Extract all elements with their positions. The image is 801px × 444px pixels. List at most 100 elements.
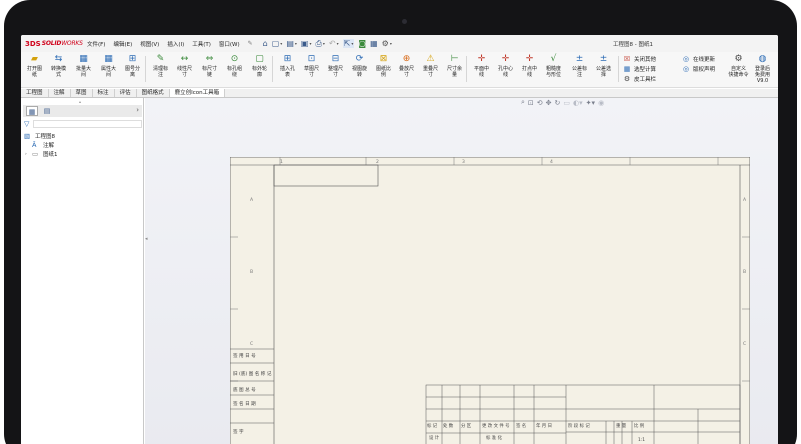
zone-row-c: C [250, 341, 253, 347]
tab-5[interactable]: 图纸格式 [137, 89, 170, 97]
home-icon[interactable]: ⌂ [263, 39, 268, 48]
property-tab-icon[interactable]: ▤ [41, 106, 53, 116]
zone-row-b: B [250, 269, 253, 275]
ribbon-button-tol-note[interactable]: ± 公差标注 [568, 54, 591, 78]
tree-item-annotations[interactable]: Ā 注解 [32, 141, 54, 149]
ribbon-menu-selection-calc[interactable]: ▦ 选型计算 [623, 65, 656, 73]
ribbon-menu-skin-toolbar[interactable]: ⚙ 皮工具栏 [623, 75, 656, 83]
ribbon-button-scale[interactable]: ⊠ 图纸比例 [372, 54, 395, 78]
feature-tree-tab-icon[interactable]: ▦ [26, 106, 38, 116]
convert-icon: ⇆ [54, 54, 63, 64]
pin-icon[interactable]: ✎ [248, 40, 253, 47]
ribbon-menu-copyright[interactable]: ◎ 版权声明 [682, 65, 715, 73]
zone-col-4: 4 [550, 159, 553, 165]
options-gear-icon[interactable]: ⚙ ▾ [382, 39, 392, 48]
ribbon-button-roughness[interactable]: √ 粗糙度 与形位 [542, 54, 565, 78]
tb-weight: 重 量 [616, 422, 627, 429]
zone-row-c-right: C [743, 341, 746, 347]
save-icon[interactable]: ▣ ▾ [301, 39, 312, 48]
ribbon-button-sketch-dim[interactable]: ⊡ 草图尺寸 [300, 54, 323, 78]
select-icon[interactable]: ⇱ ▾ [342, 39, 355, 48]
ribbon-button-folder[interactable]: ▰ 打开图纸 [23, 54, 46, 78]
bind-label-5: 签 字 [233, 428, 244, 435]
zoom-area-icon[interactable]: ⊡ [528, 99, 534, 107]
menu-view[interactable]: 视图(V) [140, 40, 159, 48]
menu-window[interactable]: 窗口(W) [219, 40, 240, 48]
menu-edit[interactable]: 编辑(E) [113, 40, 132, 48]
ribbon-button-rotate-view[interactable]: ⟳ 视图旋转 [348, 54, 371, 78]
ribbon-button-custom-cmd[interactable]: ⚙ 自定义 快捷命令 [727, 54, 750, 78]
open-file-icon[interactable]: ▤ ▾ [286, 39, 297, 48]
tab-6[interactable]: 鹿立创Icon工具箱 [169, 89, 226, 97]
ribbon-button-hole[interactable]: ⊙ 标孔组绕 [223, 54, 246, 78]
copyright-icon: ◎ [682, 65, 690, 73]
file-properties-icon[interactable]: ▦ [370, 39, 378, 48]
tree-item-sheet[interactable]: › ▭ 图纸1 [25, 150, 58, 158]
chevron-right-icon[interactable]: › [25, 152, 29, 157]
section-view-icon[interactable]: ▭ [563, 99, 570, 107]
ribbon-button-dot-center[interactable]: ✛ 打点中线 [518, 54, 541, 78]
ribbon-button-hole-table[interactable]: ⊞ 插入孔表 [276, 54, 299, 78]
ribbon-button-arrange-dim[interactable]: ⊟ 整理尺寸 [324, 54, 347, 78]
roughness-icon: √ [550, 54, 557, 64]
ribbon-button-linear-dim[interactable]: ↔ 线性尺寸 [173, 54, 196, 78]
splitter-handle[interactable]: ◂ [145, 236, 148, 250]
ribbon-button-overlap-dim[interactable]: ⚠ 重叠尺寸 [419, 54, 442, 78]
ribbon-button-chain[interactable]: ⇔ 标尺寸链 [198, 54, 221, 78]
tab-0[interactable]: 工程图 [21, 89, 49, 97]
ribbon-button-tolerance[interactable]: ⊢ 尺寸余量 [443, 54, 466, 78]
solidworks-logo[interactable]: 3DS SOLIDWORKS [25, 40, 87, 48]
print-icon[interactable]: ⎙ ▾ [315, 39, 324, 49]
menu-tools[interactable]: 工具(T) [192, 40, 211, 48]
ribbon-button-stack-dim[interactable]: ⊕ 叠放尺寸 [395, 54, 418, 78]
undo-icon[interactable]: ↶ ▾ [329, 39, 339, 48]
menu-file[interactable]: 文件(F) [87, 40, 105, 48]
tab-4[interactable]: 评估 [115, 89, 137, 97]
tab-1[interactable]: 注解 [49, 89, 71, 97]
panel-grip-icon[interactable]: ▴ [79, 99, 81, 104]
pan-icon[interactable]: ✥ [546, 99, 552, 107]
ribbon-button-clean[interactable]: ✎ 清理标注 [149, 54, 172, 78]
ribbon-button-label-line2: 寸 [332, 72, 338, 78]
ribbon-button-tol-select[interactable]: ± 公差选择 [592, 54, 615, 78]
tab-3[interactable]: 标注 [93, 89, 115, 97]
tree-root[interactable]: ▧ 工程图8 [24, 132, 55, 140]
new-file-icon[interactable]: ▢ ▾ [272, 39, 283, 48]
tab-2[interactable]: 草图 [71, 89, 93, 97]
ribbon-button-batch[interactable]: ▦ 批量大间 [72, 54, 95, 78]
ribbon-button-property[interactable]: ▦ 属性大间 [97, 54, 120, 78]
tb-stage: 阶 段 标 记 [568, 422, 590, 429]
bind-label-2: 旧 (底) 图 名 称 记 [233, 370, 272, 377]
ribbon-menu-online-update[interactable]: ◎ 在线更新 [682, 55, 715, 63]
previous-view-icon[interactable]: ⟲ [537, 99, 543, 107]
rotate-view-icon: ⟳ [355, 54, 364, 64]
view-settings-icon[interactable]: ✦▾ [586, 99, 595, 107]
ribbon-button-plane-center[interactable]: ✛ 平面中线 [470, 54, 493, 78]
redraw-icon[interactable]: ↻ [555, 99, 561, 107]
camera-dot [402, 19, 407, 24]
ribbon-button-convert[interactable]: ⇆ 转换模式 [47, 54, 70, 78]
display-style-icon[interactable]: ◐▾ [573, 99, 583, 107]
command-manager-tabs: 工程图 注解 草图 标注 评估 图纸格式 鹿立创Icon工具箱 [21, 89, 778, 98]
ribbon-button-split[interactable]: ⊞ 图号分离 [121, 54, 144, 78]
drawing-sheet[interactable]: 1 2 3 4 A B C A B C 签 用 日 号 旧 (底) 图 名 称 … [230, 157, 750, 444]
ribbon-button-label-line2: 寸 [308, 72, 314, 78]
drawing-canvas[interactable]: ◂ ⌕ ⊡ ⟲ ✥ ↻ ▭ ◐▾ ✦▾ ◉ 1 2 3 4 A B C A B … [145, 98, 778, 444]
rebuild-icon[interactable]: ◙ [358, 39, 366, 48]
ribbon-button-hole-center[interactable]: ✛ 孔中心线 [494, 54, 517, 78]
tree-filter-input[interactable] [33, 120, 142, 128]
appearance-icon[interactable]: ◉ [598, 99, 604, 107]
ribbon-menu-close-others[interactable]: ☒ 关闭其他 [623, 55, 656, 63]
login-icon: ◍ [758, 54, 767, 64]
menu-insert[interactable]: 插入(I) [167, 40, 184, 48]
ribbon-menu-label: 版权声明 [693, 67, 716, 73]
logo-text: SOLIDWORKS [41, 40, 83, 47]
ribbon-button-outline[interactable]: ▢ 标外轮廓 [248, 54, 271, 78]
zoom-fit-icon[interactable]: ⌕ [521, 98, 525, 107]
filter-icon[interactable]: ▽ [24, 120, 29, 128]
close-others-icon: ☒ [623, 55, 631, 63]
chevron-right-icon[interactable]: › [136, 106, 139, 114]
ribbon-button-label-line2: 择 [600, 72, 606, 78]
ribbon-button-login[interactable]: ◍ 登录后 免费用 V9.0 [751, 54, 774, 84]
tolerance-icon: ⊢ [450, 54, 459, 64]
